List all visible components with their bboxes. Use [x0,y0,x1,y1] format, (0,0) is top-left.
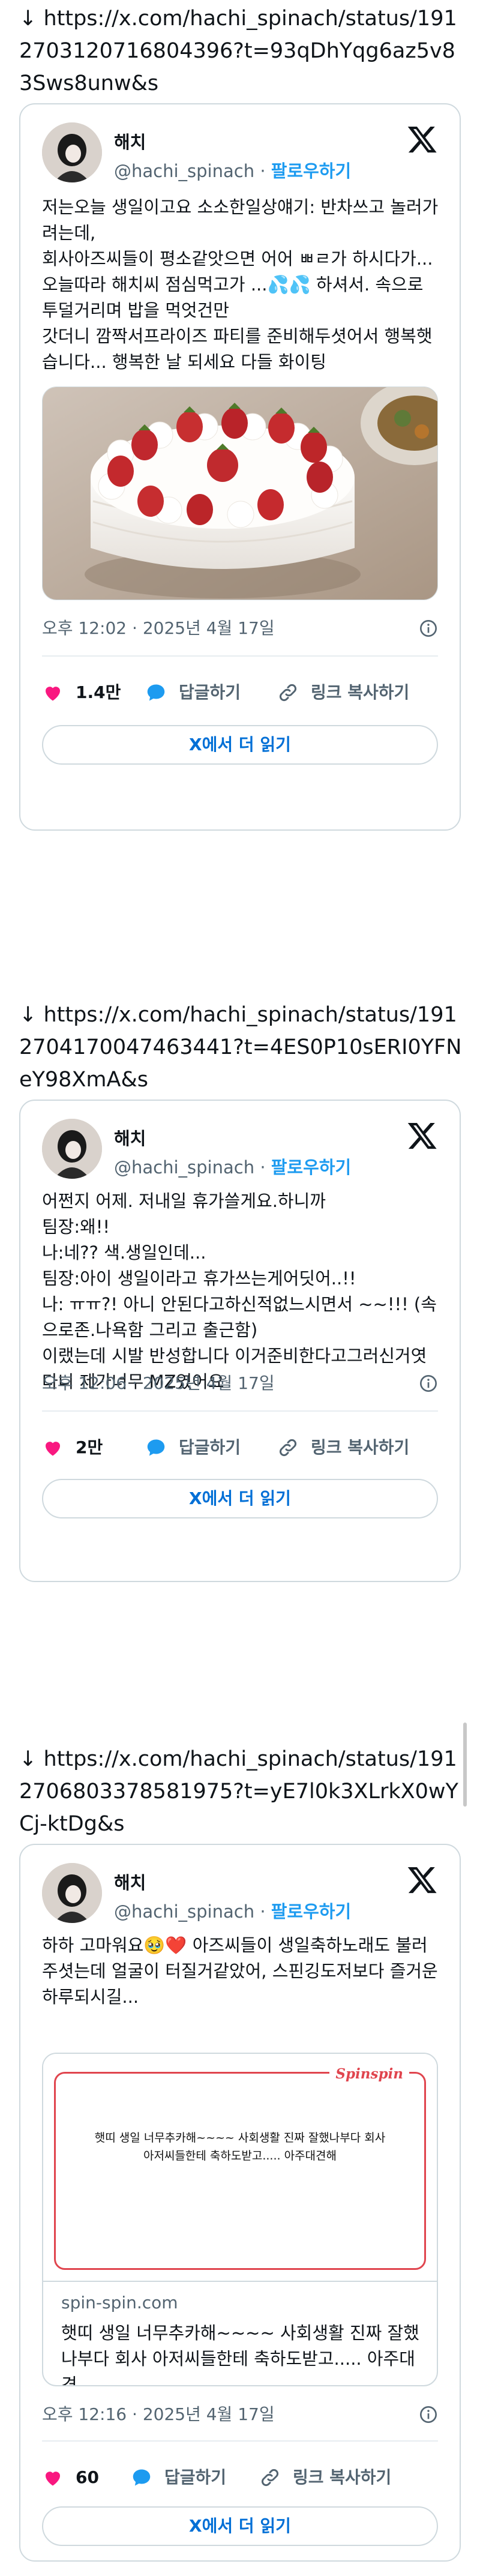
link-preview-frame [54,2072,426,2270]
display-name[interactable]: 해치 [114,1125,146,1150]
read-more-button[interactable]: X에서 더 읽기 [42,2506,438,2546]
like-count: 1.4만 [76,682,121,702]
speech-bubble-icon [133,2469,151,2486]
handle-text[interactable]: @hachi_spinach [114,161,254,181]
link-icon [262,2469,278,2486]
follow-button[interactable]: 팔로우하기 [271,1157,351,1178]
tweet-url-2[interactable]: ↓ https://x.com/hachi_spinach/status/191… [19,999,463,1096]
tweet-timestamp[interactable]: 오후 12:16 · 2025년 4월 17일 [42,2400,438,2430]
info-icon[interactable] [419,2405,438,2424]
reply-label: 답글하기 [179,682,241,702]
like-count: 2만 [76,1437,103,1457]
tweet-header: 해치 @hachi_spinach · 팔로우하기 [42,122,438,185]
heart-icon [46,2472,60,2486]
x-logo-icon[interactable] [407,124,438,155]
user-handle: @hachi_spinach · 팔로우하기 [114,1898,351,1923]
tweet-text: 하하 고마워요🥹❤️ 아즈씨들이 생일축하노래도 불러주셧는데 얼굴이 터질거같… [42,1935,438,2007]
divider [42,2440,438,2442]
heart-icon [46,1442,60,1456]
reply-label: 답글하기 [164,2467,227,2487]
tweet-card-2[interactable]: 해치 @hachi_spinach · 팔로우하기 어쩐지 어제. 저내일 휴가… [19,1100,461,1582]
tweet-embed-3: ↓ https://x.com/hachi_spinach/status/191… [0,1741,480,2576]
separator: · [260,161,266,181]
heart-icon [46,687,60,701]
copy-link-label: 링크 복사하기 [293,2467,392,2487]
avatar[interactable] [42,1863,102,1923]
link-preview-image: Spinspin 햇띠 생일 너무추카해~~~~ 사회생활 진짜 잘했나부다 회… [43,2054,437,2282]
info-icon[interactable] [419,619,438,638]
avatar[interactable] [42,122,102,182]
user-handle: @hachi_spinach · 팔로우하기 [114,157,351,182]
timestamp-text[interactable]: 오후 12:16 · 2025년 4월 17일 [42,2404,275,2424]
tweet-header: 해치 @hachi_spinach · 팔로우하기 [42,1119,438,1181]
scrollbar-thumb[interactable] [463,1723,467,1807]
tweet-photo-cake[interactable] [42,387,438,600]
tweet-card-1[interactable]: 해치 @hachi_spinach · 팔로우하기 저는오늘 생일이고요 소소한… [19,103,461,831]
handle-text[interactable]: @hachi_spinach [114,1901,254,1922]
timestamp-text[interactable]: 오후 12:06 · 2025년 4월 17일 [42,1373,275,1393]
display-name[interactable]: 해치 [114,128,146,154]
speech-bubble-icon [147,1439,165,1456]
avatar[interactable] [42,1119,102,1179]
tweet-url-1[interactable]: ↓ https://x.com/hachi_spinach/status/191… [19,2,463,100]
x-logo-icon[interactable] [407,1120,438,1151]
link-domain: spin-spin.com [61,2293,178,2313]
separator: · [260,1157,266,1178]
tweet-url-3[interactable]: ↓ https://x.com/hachi_spinach/status/191… [19,1743,463,1840]
link-icon [280,1439,296,1456]
timestamp-text[interactable]: 오후 12:02 · 2025년 4월 17일 [42,618,275,638]
handle-text[interactable]: @hachi_spinach [114,1157,254,1178]
user-handle: @hachi_spinach · 팔로우하기 [114,1154,351,1179]
tweet-actions: 60 답글하기 링크 복사하기 [42,2461,438,2494]
tweet-actions: 2만 답글하기 링크 복사하기 [42,1431,438,1464]
x-logo-icon[interactable] [407,1864,438,1895]
follow-button[interactable]: 팔로우하기 [271,161,351,181]
tweet-actions: 1.4만 답글하기 링크 복사하기 [42,676,438,709]
read-more-button[interactable]: X에서 더 읽기 [42,725,438,765]
read-more-button[interactable]: X에서 더 읽기 [42,1479,438,1518]
follow-button[interactable]: 팔로우하기 [271,1901,351,1922]
divider [42,655,438,657]
copy-link-label: 링크 복사하기 [311,1437,410,1457]
speech-bubble-icon [147,684,165,701]
like-count: 60 [76,2467,99,2487]
tweet-timestamp[interactable]: 오후 12:06 · 2025년 4월 17일 [42,1368,438,1398]
tweet-header: 해치 @hachi_spinach · 팔로우하기 [42,1863,438,1925]
link-preview-card[interactable]: Spinspin 햇띠 생일 너무추카해~~~~ 사회생활 진짜 잘했나부다 회… [42,2053,438,2386]
tweet-embed-2: ↓ https://x.com/hachi_spinach/status/191… [0,996,480,1657]
link-icon [280,684,296,701]
tweet-text: 어쩐지 어제. 저내일 휴가쓸게요.하니까 팀장:왜!! 나:네?? 색.생일인… [42,1191,437,1392]
tweet-embed-1: ↓ https://x.com/hachi_spinach/status/191… [0,0,480,840]
separator: · [260,1901,266,1922]
tweet-text: 저는오늘 생일이고요 소소한일상얘기: 반차쓰고 놀러가려는데, 회사아즈씨들이… [42,197,439,372]
tweet-card-3[interactable]: 해치 @hachi_spinach · 팔로우하기 하하 고마워요🥹❤️ 아즈씨… [19,1844,461,2562]
copy-link-label: 링크 복사하기 [311,682,410,702]
divider [42,1410,438,1412]
tweet-timestamp[interactable]: 오후 12:02 · 2025년 4월 17일 [42,613,438,643]
info-icon[interactable] [419,1374,438,1393]
link-preview-image-text: 햇띠 생일 너무추카해~~~~ 사회생활 진짜 잘했나부다 회사 아저씨들한테 … [94,2131,386,2162]
spinspin-logo: Spinspin [329,2066,409,2082]
link-description: 햇띠 생일 너무추카해~~~~ 사회생활 진짜 잘했나부다 회사 아저씨들한테 … [61,2323,419,2386]
reply-label: 답글하기 [179,1437,241,1457]
display-name[interactable]: 해치 [114,1869,146,1894]
